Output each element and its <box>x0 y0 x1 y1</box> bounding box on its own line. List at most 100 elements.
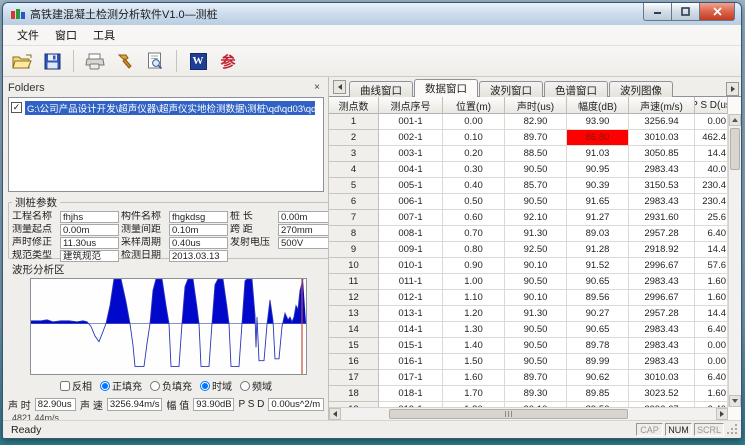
row-header-cell[interactable]: 2 <box>329 130 379 146</box>
table-cell[interactable]: 1.60 <box>443 370 505 386</box>
table-cell[interactable]: 018-1 <box>379 386 443 402</box>
table-cell[interactable]: 1.60 <box>695 290 728 306</box>
table-row[interactable]: 13013-11.2091.3090.272957.2814.4 <box>329 306 728 322</box>
row-header-cell[interactable]: 17 <box>329 370 379 386</box>
table-cell[interactable]: 0.70 <box>443 226 505 242</box>
table-row[interactable]: 7007-10.6092.1091.272931.6025.6 <box>329 210 728 226</box>
table-cell[interactable]: 91.52 <box>567 258 629 274</box>
table-cell[interactable]: 2918.92 <box>629 242 695 258</box>
table-cell[interactable]: 004-1 <box>379 162 443 178</box>
param-value[interactable]: 2013.03.13 <box>169 250 228 262</box>
param-value[interactable]: 0.10m <box>169 224 228 236</box>
table-cell[interactable]: 017-1 <box>379 370 443 386</box>
tab-曲线窗口[interactable]: 曲线窗口 <box>349 81 413 97</box>
table-cell[interactable]: 90.10 <box>505 290 567 306</box>
table-cell[interactable]: 1.70 <box>443 386 505 402</box>
param-value[interactable]: 270mm <box>278 224 334 236</box>
table-cell[interactable]: 25.6 <box>695 210 728 226</box>
table-cell[interactable]: 90.65 <box>567 274 629 290</box>
row-header-cell[interactable]: 1 <box>329 114 379 130</box>
table-cell[interactable]: 91.30 <box>505 306 567 322</box>
parameter-button[interactable]: 参 <box>215 49 241 74</box>
tree-item-label[interactable]: G:\公司产品设计开发\超声仪器\超声仪实地检测数据\测桩\qd\qd03\qd… <box>25 101 315 115</box>
table-cell[interactable]: 3010.03 <box>629 370 695 386</box>
print-button[interactable] <box>82 49 108 74</box>
table-row[interactable]: 9009-10.8092.5091.282918.9214.4 <box>329 242 728 258</box>
table-row[interactable]: 1001-10.0082.9093.903256.940.00 <box>329 114 728 130</box>
fill-option-1[interactable]: 负填充 <box>150 378 192 393</box>
table-cell[interactable]: 005-1 <box>379 178 443 194</box>
table-cell[interactable]: 2983.43 <box>629 274 695 290</box>
table-row[interactable]: 17017-11.6089.7090.623010.036.40 <box>329 370 728 386</box>
table-row[interactable]: 8008-10.7091.3089.032957.286.40 <box>329 226 728 242</box>
table-cell[interactable]: 1.60 <box>695 386 728 402</box>
table-cell[interactable]: 230.4 <box>695 194 728 210</box>
table-cell[interactable]: 90.50 <box>505 162 567 178</box>
row-header-cell[interactable]: 18 <box>329 386 379 402</box>
folder-tree[interactable]: ✓ G:\公司产品设计开发\超声仪器\超声仪实地检测数据\测桩\qd\qd03\… <box>8 97 324 193</box>
column-header[interactable]: 测点数 <box>329 97 379 114</box>
table-cell[interactable]: 92.10 <box>505 210 567 226</box>
table-row[interactable]: 4004-10.3090.5090.952983.4340.0 <box>329 162 728 178</box>
table-cell[interactable]: 0.80 <box>443 242 505 258</box>
table-cell[interactable]: 3050.85 <box>629 146 695 162</box>
column-header[interactable]: 声时(us) <box>505 97 567 114</box>
row-header-cell[interactable]: 3 <box>329 146 379 162</box>
column-header[interactable]: 位置(m) <box>443 97 505 114</box>
vertical-scroll-thumb[interactable] <box>730 128 740 170</box>
row-header-cell[interactable]: 16 <box>329 354 379 370</box>
table-cell[interactable]: 011-1 <box>379 274 443 290</box>
row-header-cell[interactable]: 12 <box>329 290 379 306</box>
table-cell[interactable]: 3023.52 <box>629 386 695 402</box>
table-cell[interactable]: 14.4 <box>695 306 728 322</box>
table-cell[interactable]: 2996.67 <box>629 290 695 306</box>
table-cell[interactable]: 2983.43 <box>629 338 695 354</box>
param-value[interactable]: 11.30us <box>60 237 119 249</box>
horizontal-scroll-thumb[interactable] <box>389 409 628 419</box>
table-cell[interactable]: 462.4 <box>695 130 728 146</box>
table-cell[interactable]: 90.95 <box>567 162 629 178</box>
param-value[interactable]: fhgkdsg <box>169 211 228 223</box>
invert-checkbox-input[interactable] <box>60 381 70 391</box>
table-cell[interactable]: 1.00 <box>443 274 505 290</box>
table-row[interactable]: 15015-11.4090.5089.782983.430.00 <box>329 338 728 354</box>
param-value[interactable]: 0.00m <box>278 211 334 223</box>
param-value[interactable]: 0.40us <box>169 237 228 249</box>
tab-数据窗口[interactable]: 数据窗口 <box>414 79 478 97</box>
table-cell[interactable]: 90.65 <box>567 322 629 338</box>
table-row[interactable]: 14014-11.3090.5090.652983.436.40 <box>329 322 728 338</box>
table-cell[interactable]: 82.90 <box>505 114 567 130</box>
table-cell[interactable]: 0.50 <box>443 194 505 210</box>
readout-value[interactable]: 93.90dB <box>193 398 234 411</box>
horizontal-scrollbar[interactable] <box>329 407 728 420</box>
domain-option-1[interactable]: 频域 <box>240 378 272 393</box>
table-cell[interactable]: 008-1 <box>379 226 443 242</box>
tab-波列图像[interactable]: 波列图像 <box>609 81 673 97</box>
scroll-up-button[interactable] <box>729 114 741 126</box>
table-cell[interactable]: 91.28 <box>567 242 629 258</box>
tools-button[interactable] <box>112 49 138 74</box>
table-cell[interactable]: 2957.28 <box>629 306 695 322</box>
table-cell[interactable]: 14.4 <box>695 146 728 162</box>
table-cell[interactable]: 90.10 <box>505 258 567 274</box>
menu-window[interactable]: 窗口 <box>47 25 85 45</box>
column-header[interactable]: 幅度(dB) <box>567 97 629 114</box>
table-cell[interactable]: 006-1 <box>379 194 443 210</box>
table-cell[interactable]: 3150.53 <box>629 178 695 194</box>
save-button[interactable] <box>39 49 65 74</box>
folders-close-button[interactable]: × <box>310 81 324 94</box>
table-cell[interactable]: 012-1 <box>379 290 443 306</box>
table-cell[interactable]: 2983.43 <box>629 194 695 210</box>
table-cell[interactable]: 90.50 <box>505 354 567 370</box>
tab-scroll-left-button[interactable] <box>333 80 346 94</box>
table-cell[interactable]: 1.20 <box>443 306 505 322</box>
table-cell[interactable]: 91.27 <box>567 210 629 226</box>
scroll-left-button[interactable] <box>329 408 341 420</box>
row-header-cell[interactable]: 4 <box>329 162 379 178</box>
scroll-down-button[interactable] <box>729 395 741 407</box>
table-cell[interactable]: 89.30 <box>505 386 567 402</box>
domain-option-0[interactable]: 时域 <box>200 378 232 393</box>
column-header[interactable]: 测点序号 <box>379 97 443 114</box>
table-cell[interactable]: 92.50 <box>505 242 567 258</box>
row-header-cell[interactable]: 7 <box>329 210 379 226</box>
